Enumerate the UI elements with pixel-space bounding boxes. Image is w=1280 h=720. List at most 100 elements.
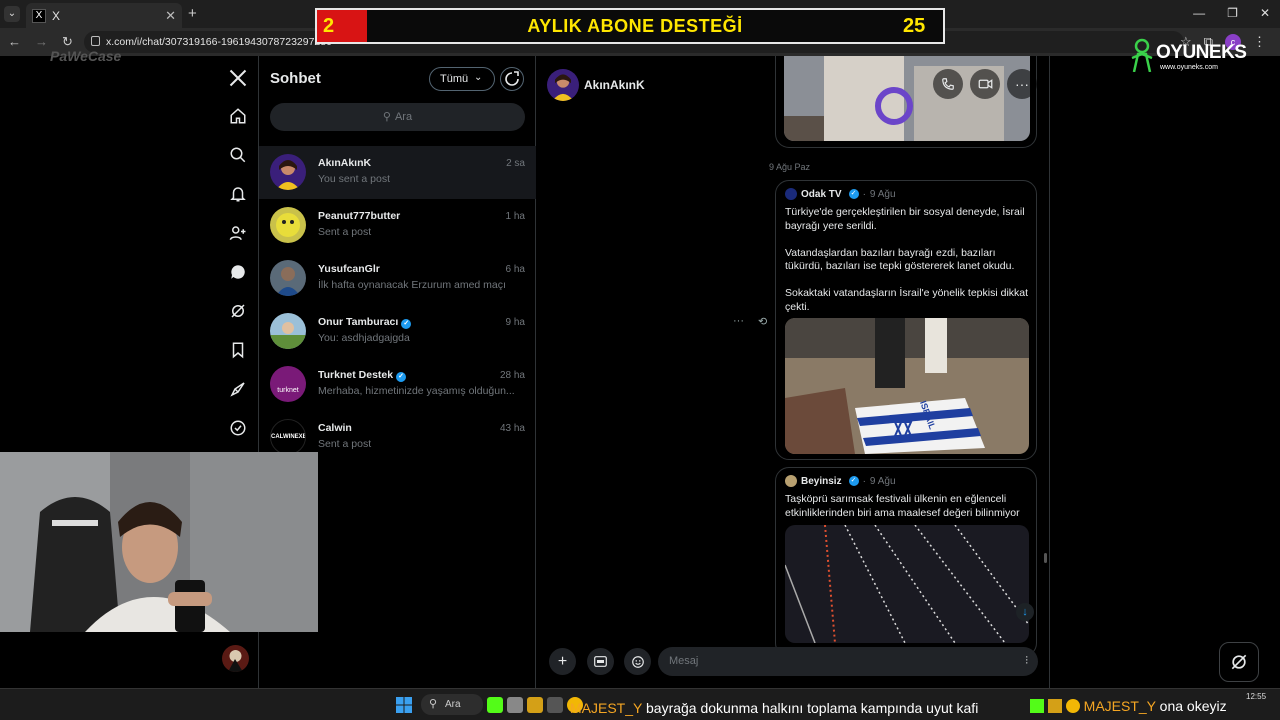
avatar xyxy=(270,154,306,190)
app-icon[interactable] xyxy=(507,697,523,713)
conversation-time: 1 ha xyxy=(505,211,525,222)
home-icon[interactable] xyxy=(224,102,252,130)
conversation-preview: İlk hafta oynanacak Erzurum amed maçı xyxy=(318,279,506,291)
stream-subscriber-banner: 2 AYLIK ABONE DESTEĞİ 25 xyxy=(315,8,945,44)
voice-message-icon[interactable]: ⫶ xyxy=(1025,655,1028,668)
verified-orgs-icon[interactable] xyxy=(224,414,252,442)
windows-start-icon[interactable] xyxy=(396,697,412,713)
close-window-icon[interactable]: ✕ xyxy=(1260,6,1270,20)
gif-button[interactable] xyxy=(587,648,614,675)
message-placeholder: Mesaj xyxy=(669,655,699,667)
conversation-avatar[interactable] xyxy=(547,69,579,101)
phone-icon xyxy=(942,78,954,90)
app-icon[interactable] xyxy=(547,697,563,713)
conversation-name: Calwin xyxy=(318,422,352,434)
conversation-title[interactable]: AkınAkınK xyxy=(584,78,645,92)
forward-icon[interactable]: → xyxy=(35,34,48,50)
search-placeholder: Ara xyxy=(394,111,413,123)
conversation-row[interactable]: turknet Turknet Destek ✓ Merhaba, hizmeti… xyxy=(259,358,536,411)
oyuneks-mascot-icon xyxy=(1131,38,1153,72)
minimize-icon[interactable]: — xyxy=(1193,6,1205,20)
conversation-name: Turknet Destek ✓ xyxy=(318,369,407,382)
plus-icon: + xyxy=(557,652,568,670)
post-text: Türkiye'de gerçekleştirilen bir sosyal d… xyxy=(785,206,1031,314)
close-tab-icon[interactable]: ✕ xyxy=(165,8,176,24)
post-author: Beyinsiz xyxy=(801,475,842,487)
react-icon[interactable]: ⟲ xyxy=(758,315,767,328)
menu-kebab-icon[interactable]: ⋮ xyxy=(1253,34,1266,50)
bookmarks-icon[interactable] xyxy=(224,336,252,364)
grok-floating-button[interactable] xyxy=(1219,642,1259,682)
follow-people-icon[interactable] xyxy=(224,219,252,247)
tab-title: X xyxy=(52,8,61,23)
turknet-avatar-text: turknet xyxy=(277,387,299,394)
chat-search-input[interactable]: ⚲ Ara xyxy=(270,103,525,131)
badge-icon xyxy=(1065,699,1080,713)
gif-icon xyxy=(594,656,607,667)
browser-tab[interactable]: X X ✕ xyxy=(26,3,182,28)
date-separator: 9 Ağu Paz xyxy=(769,162,811,172)
chat-filter-dropdown[interactable]: Tümü ⌄ xyxy=(429,67,495,91)
post-image[interactable]: ISRAIL xyxy=(785,318,1029,454)
more-options-button[interactable]: ··· xyxy=(1007,69,1037,99)
beyinsiz-avatar xyxy=(785,475,797,487)
emoji-button[interactable] xyxy=(624,648,651,675)
conversation-time: 43 ha xyxy=(499,423,525,434)
conversation-row[interactable]: AkınAkınK You sent a post 2 sa xyxy=(259,146,536,199)
post-image[interactable] xyxy=(785,525,1029,643)
add-attachment-button[interactable]: + xyxy=(549,648,576,675)
video-call-button[interactable] xyxy=(970,69,1000,99)
x-favicon-icon: X xyxy=(32,8,46,23)
search-icon: ⚲ xyxy=(429,698,438,710)
my-profile-avatar[interactable] xyxy=(222,645,249,672)
scroll-to-bottom-button[interactable]: ↓ xyxy=(1016,603,1034,621)
site-info-icon[interactable] xyxy=(91,36,100,46)
banner-title: AYLIK ABONE DESTEĞİ xyxy=(527,15,743,36)
more-dots-icon[interactable]: ··· xyxy=(733,315,744,328)
sponsor-logo-left: PaWeCase xyxy=(50,48,122,64)
new-chat-button[interactable] xyxy=(500,67,524,91)
oyuneks-name: OYUNEKS xyxy=(1156,42,1247,63)
new-tab-button[interactable]: + xyxy=(188,5,197,22)
kick-app-icon xyxy=(1030,699,1044,713)
message-input[interactable]: Mesaj ⫶ xyxy=(658,647,1038,676)
scrollbar-thumb[interactable] xyxy=(1044,553,1047,563)
banner-right-count: 25 xyxy=(903,14,926,37)
notifications-bell-icon[interactable] xyxy=(224,180,252,208)
conversation-preview: Sent a post xyxy=(318,438,372,450)
ticker-username: MAJEST_Y xyxy=(1083,698,1156,714)
restore-icon[interactable]: ❐ xyxy=(1227,6,1238,20)
post-paragraph: Türkiye'de gerçekleştirilen bir sosyal d… xyxy=(785,206,1025,232)
search-icon[interactable] xyxy=(224,141,252,169)
jobs-rocket-icon[interactable] xyxy=(224,375,252,403)
crown-icon[interactable] xyxy=(527,697,543,713)
back-icon[interactable]: ← xyxy=(8,34,21,50)
conversation-row[interactable]: Peanut777butter Sent a post 1 ha xyxy=(259,199,536,252)
post-paragraph: Taşköprü sarımsak festivali ülkenin en e… xyxy=(785,493,1020,519)
avatar: CALWINEXE xyxy=(270,419,306,455)
shared-post-card[interactable]: Odak TV ✓ · 9 Ağu Türkiye'de gerçekleşti… xyxy=(775,180,1037,460)
tab-search-button[interactable]: ⌄ xyxy=(4,6,20,22)
taskbar-search[interactable]: ⚲ Ara xyxy=(421,694,483,715)
conversation-row[interactable]: YusufcanGlr İlk hafta oynanacak Erzurum … xyxy=(259,252,536,305)
chat-panel-title: Sohbet xyxy=(270,70,321,87)
avatar xyxy=(270,207,306,243)
previous-post-image[interactable] xyxy=(784,56,1030,141)
post-author: Odak TV xyxy=(801,188,842,200)
oyuneks-logo: OYUNEKS www.oyuneks.com xyxy=(1130,36,1250,76)
shared-post-card[interactable]: Beyinsiz ✓ · 9 Ağu Taşköprü sarımsak fes… xyxy=(775,467,1037,657)
streamer-webcam xyxy=(0,452,318,632)
taskbar-clock[interactable]: 12:55 xyxy=(1246,692,1266,701)
conversation-row[interactable]: Onur Tamburacı ✓ You: asdhjadgajgda 9 ha xyxy=(259,305,536,358)
x-logo-icon[interactable] xyxy=(224,64,252,92)
post-header: Odak TV ✓ · 9 Ağu xyxy=(785,188,896,200)
post-paragraph: Sokaktaki vatandaşların İsrail'e yönelik… xyxy=(785,287,1029,313)
kick-app-icon[interactable] xyxy=(487,697,503,713)
grok-icon[interactable] xyxy=(224,297,252,325)
message-actions: ··· ⟲ xyxy=(733,315,767,328)
voice-call-button[interactable] xyxy=(933,69,963,99)
chevron-down-icon: ⌄ xyxy=(474,72,483,83)
chat-icon[interactable] xyxy=(224,258,252,286)
ticker-message: bayrağa dokunma halkını toplama kampında… xyxy=(646,700,979,716)
conversation-name: AkınAkınK xyxy=(318,157,372,169)
